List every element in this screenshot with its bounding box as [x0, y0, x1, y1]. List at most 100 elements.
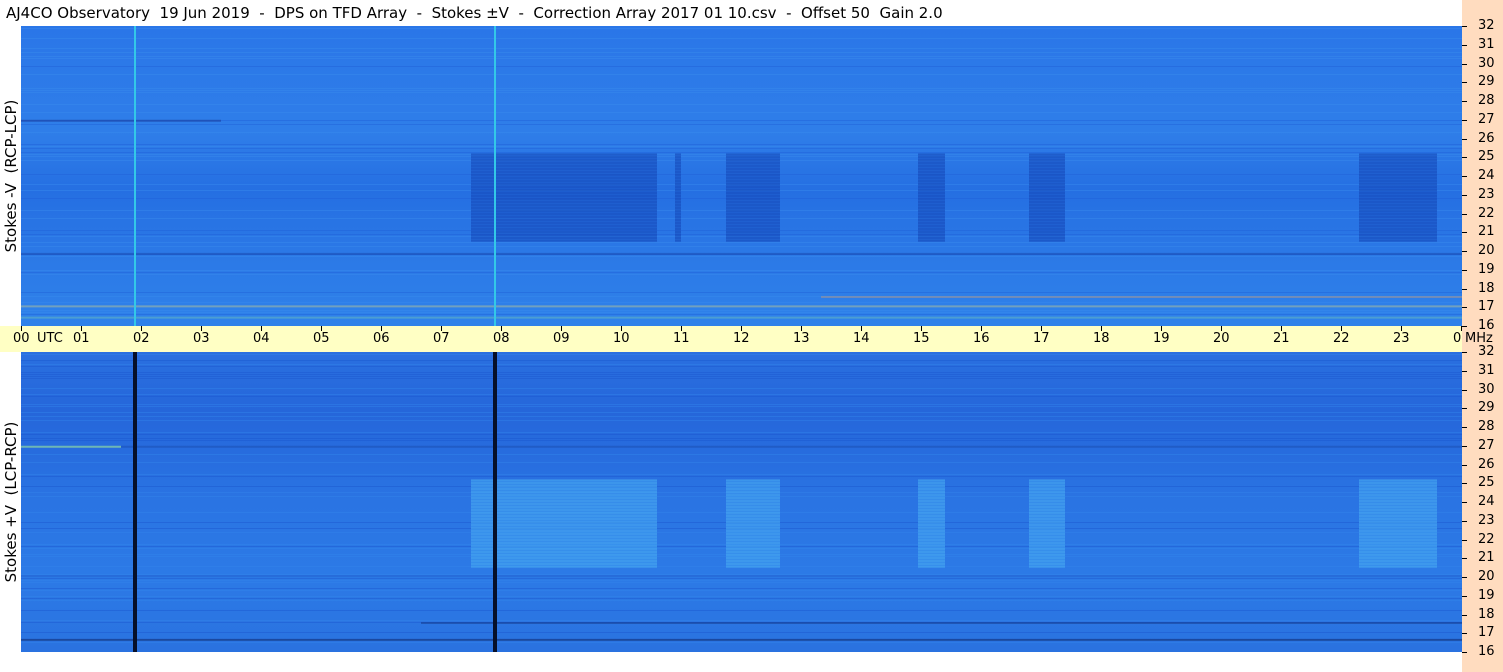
- block-stripe: [918, 527, 945, 529]
- frequency-tick-mark: [1462, 288, 1467, 290]
- time-tick-label: 03: [193, 331, 210, 346]
- block-stripe: [918, 554, 945, 556]
- time-tick-label: 10: [613, 331, 630, 346]
- block-stripe: [471, 177, 657, 179]
- time-tick-mark: [261, 326, 262, 331]
- block-stripe: [726, 524, 780, 526]
- block-stripe: [471, 482, 657, 484]
- frequency-tick-label: 24: [1478, 168, 1495, 183]
- frequency-tick-mark: [1462, 176, 1467, 177]
- time-tick-mark: [201, 326, 202, 331]
- block-stripe: [471, 210, 657, 212]
- block-stripe: [471, 171, 657, 173]
- block-stripe: [675, 159, 681, 161]
- block-stripe: [471, 153, 657, 155]
- block-stripe: [471, 479, 657, 481]
- block-stripe: [675, 174, 681, 176]
- time-tick-mark: [861, 326, 862, 331]
- texture-line: [21, 378, 1462, 379]
- block-stripe: [1029, 518, 1065, 520]
- block-stripe: [918, 207, 945, 209]
- block-stripe: [918, 566, 945, 568]
- block-stripe: [726, 240, 780, 242]
- frequency-tick-mark: [1462, 539, 1467, 541]
- block-stripe: [1359, 536, 1437, 538]
- block-stripe: [726, 159, 780, 161]
- frequency-tick-mark: [1462, 502, 1467, 503]
- texture-line: [21, 242, 1462, 243]
- block-stripe: [1029, 533, 1065, 535]
- texture-line: [21, 596, 1462, 597]
- texture-line: [21, 148, 1462, 149]
- block-stripe: [471, 566, 657, 568]
- block-stripe: [1359, 207, 1437, 209]
- frequency-tick-mark: [1462, 427, 1467, 428]
- texture-line: [21, 396, 1462, 397]
- block-stripe: [1359, 183, 1437, 185]
- block-stripe: [726, 225, 780, 227]
- block-stripe: [918, 186, 945, 188]
- frequency-tick-mark: [1462, 352, 1467, 353]
- block-stripe: [1359, 557, 1437, 559]
- block-stripe: [726, 482, 780, 484]
- block-stripe: [1359, 563, 1437, 565]
- block-stripe: [471, 156, 657, 158]
- block-stripe: [471, 524, 657, 526]
- texture-line: [21, 48, 1462, 49]
- top-spectrogram-canvas: [21, 26, 1462, 326]
- frequency-tick-label: 17: [1478, 299, 1495, 315]
- frequency-tick-mark: [1462, 464, 1467, 466]
- block-stripe: [918, 533, 945, 535]
- block-stripe: [1359, 551, 1437, 553]
- block-stripe: [1359, 503, 1437, 505]
- block-stripe: [675, 165, 681, 167]
- block-stripe: [918, 213, 945, 215]
- block-stripe: [675, 189, 681, 191]
- block-stripe: [1029, 497, 1065, 499]
- block-stripe: [918, 228, 945, 230]
- block-stripe: [675, 156, 681, 158]
- utc-spike-line-1: [493, 352, 497, 652]
- frequency-tick-mark: [1462, 194, 1467, 196]
- block-stripe: [471, 192, 657, 194]
- block-stripe: [471, 189, 657, 191]
- block-stripe: [1359, 482, 1437, 484]
- block-stripe: [726, 521, 780, 523]
- block-stripe: [1359, 542, 1437, 544]
- block-stripe: [1359, 198, 1437, 200]
- texture-line: [21, 38, 1462, 39]
- frequency-tick-mark: [1462, 595, 1467, 597]
- block-stripe: [726, 222, 780, 224]
- texture-line: [21, 74, 1462, 75]
- time-tick-mark: [681, 326, 682, 331]
- texture-line: [21, 420, 1462, 421]
- block-stripe: [1359, 201, 1437, 203]
- block-stripe: [675, 162, 681, 164]
- time-tick-label: 23: [1393, 331, 1410, 346]
- block-stripe: [1359, 189, 1437, 191]
- block-stripe: [726, 207, 780, 209]
- texture-line: [21, 58, 1462, 59]
- block-stripe: [1029, 479, 1065, 481]
- texture-line: [21, 454, 1462, 455]
- block-stripe: [726, 183, 780, 185]
- emission-band-0: [21, 305, 1462, 308]
- block-stripe: [726, 162, 780, 164]
- block-stripe: [918, 237, 945, 239]
- block-stripe: [471, 533, 657, 535]
- texture-line: [21, 364, 1462, 365]
- block-stripe: [726, 234, 780, 236]
- block-stripe: [471, 530, 657, 532]
- block-stripe: [918, 216, 945, 218]
- block-stripe: [471, 183, 657, 185]
- block-stripe: [675, 207, 681, 209]
- block-stripe: [918, 189, 945, 191]
- block-stripe: [471, 542, 657, 544]
- frequency-tick-label: 25: [1478, 475, 1495, 491]
- block-stripe: [1029, 527, 1065, 529]
- block-stripe: [675, 171, 681, 173]
- block-stripe: [471, 554, 657, 556]
- time-tick-mark: [1101, 326, 1102, 331]
- block-stripe: [675, 225, 681, 227]
- block-stripe: [1359, 234, 1437, 236]
